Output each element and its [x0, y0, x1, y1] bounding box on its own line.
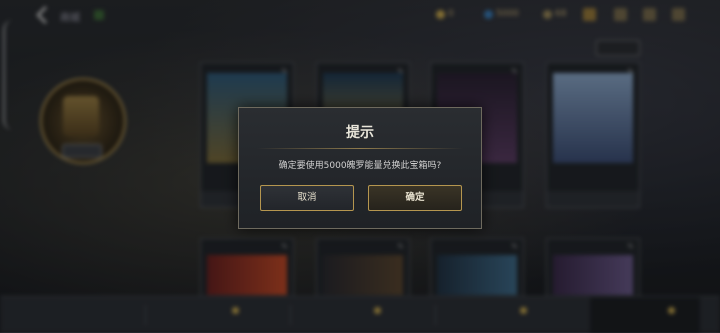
- dialog-title: 提示: [346, 125, 374, 141]
- confirm-button[interactable]: 确定: [368, 185, 462, 211]
- dialog-message: 确定要使用5000魄罗能量兑换此宝箱吗?: [278, 161, 442, 171]
- dialog-divider: [257, 148, 463, 149]
- confirm-dialog: 提示 确定要使用5000魄罗能量兑换此宝箱吗? 取消 确定: [238, 107, 482, 229]
- cancel-button[interactable]: 取消: [260, 185, 354, 211]
